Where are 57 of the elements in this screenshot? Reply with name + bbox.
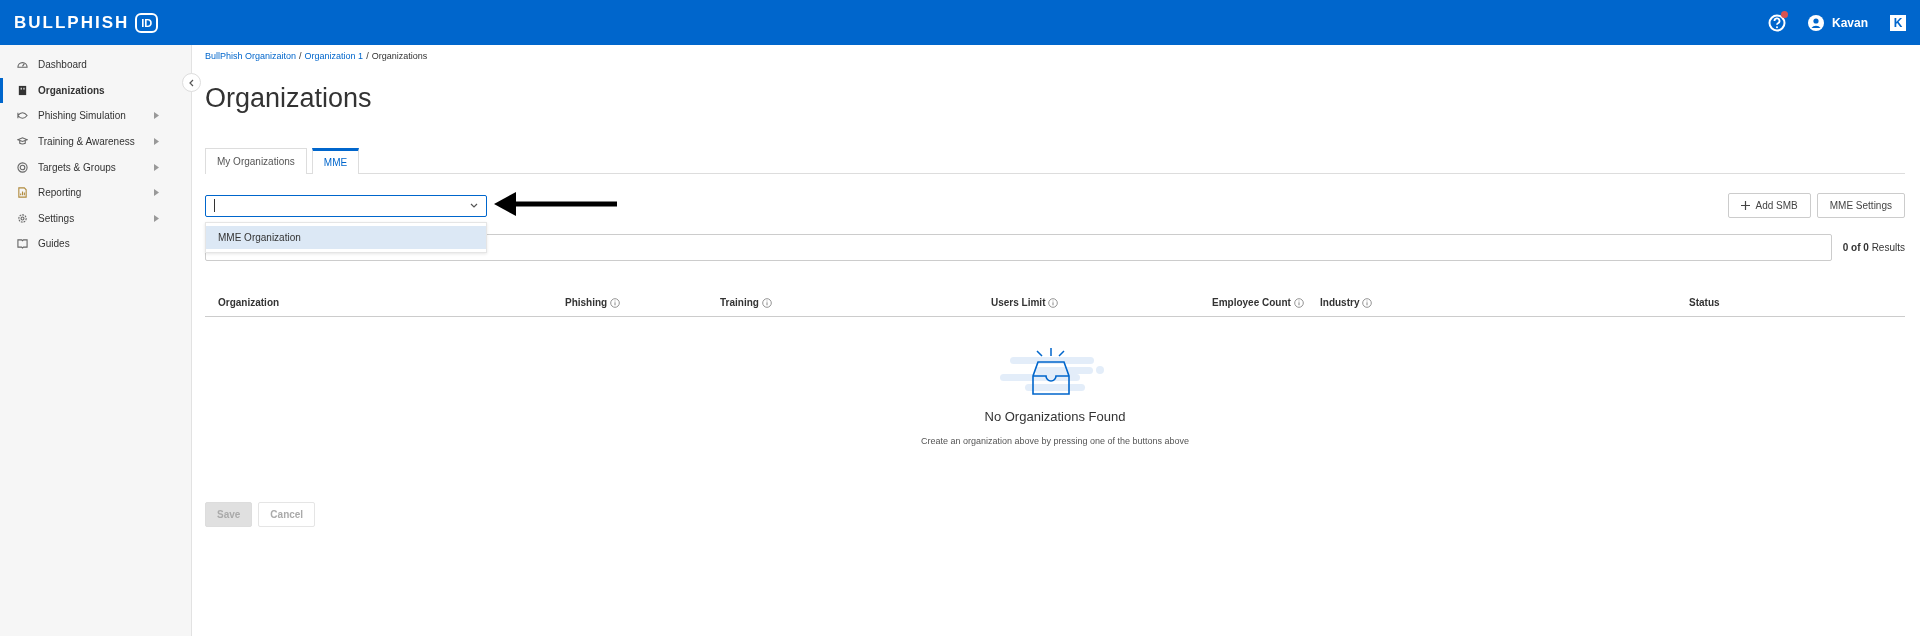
column-header[interactable]: Organization	[218, 297, 565, 308]
organization-select[interactable]	[205, 194, 487, 217]
empty-message: Create an organization above by pressing one of the buttons above	[920, 436, 1190, 446]
caret-icon	[154, 189, 159, 197]
graduation-cap-icon	[17, 136, 28, 148]
tab[interactable]: MME	[311, 148, 360, 174]
user-icon[interactable]	[1807, 14, 1824, 31]
report-icon	[17, 187, 28, 199]
book-icon	[17, 238, 28, 250]
breadcrumb-link[interactable]: BullPhish Organizaiton	[205, 51, 297, 61]
column-header[interactable]: Phishing	[565, 297, 720, 308]
caret-icon	[154, 138, 159, 146]
column-header[interactable]: Training	[720, 297, 991, 308]
empty-title: No Organizations Found	[984, 409, 1126, 424]
column-header[interactable]: Users Limit	[991, 297, 1212, 308]
sidebar-item[interactable]: Dashboard	[0, 52, 179, 78]
breadcrumb-separator: /	[366, 51, 369, 61]
fish-icon	[17, 110, 28, 122]
gauge-icon	[17, 59, 28, 71]
app-badge[interactable]: K	[1890, 14, 1906, 31]
info-icon	[610, 297, 621, 308]
building-icon	[17, 84, 28, 96]
add-button[interactable]: Add SMB	[1727, 193, 1811, 218]
logo-badge: ID	[135, 12, 159, 33]
sidebar-item[interactable]: Guides	[0, 231, 179, 257]
sidebar-item[interactable]: Reporting	[0, 179, 179, 206]
caret-icon	[154, 112, 159, 120]
info-icon	[761, 297, 772, 308]
info-icon	[1048, 297, 1059, 308]
logo-text: BULLPHISH	[14, 12, 130, 33]
column-header[interactable]: Industry	[1320, 297, 1689, 308]
breadcrumb-separator: /	[299, 51, 302, 61]
info-icon	[1362, 297, 1373, 308]
dropdown-option[interactable]: MME Organization	[206, 226, 486, 249]
info-icon	[1293, 297, 1304, 308]
caret-icon	[154, 214, 159, 222]
target-icon	[17, 161, 28, 173]
sidebar-item[interactable]: Organizations	[0, 77, 179, 104]
column-header[interactable]: Employee Count	[1212, 297, 1320, 308]
sidebar-item[interactable]: Settings	[0, 205, 179, 232]
caret-icon	[154, 163, 159, 171]
tab[interactable]: My Organizations	[205, 148, 307, 174]
sidebar-item[interactable]: Targets & Groups	[0, 154, 179, 180]
page-title: Organizations	[205, 83, 373, 114]
breadcrumb-link[interactable]: Organization 1	[304, 51, 364, 61]
chevron-down-icon	[470, 202, 478, 209]
plus-icon	[1740, 201, 1750, 210]
sidebar-item[interactable]: Phishing Simulation	[0, 103, 179, 129]
help-icon[interactable]	[1767, 13, 1786, 32]
user-name[interactable]: Kavan	[1831, 15, 1868, 30]
settings-button[interactable]: MME Settings	[1816, 193, 1905, 218]
breadcrumb-current[interactable]: Organizations	[371, 51, 428, 61]
sidebar-item[interactable]: Training & Awareness	[0, 128, 179, 155]
results-count: 0 of 0 Results	[1842, 242, 1905, 253]
chevron-left-icon	[188, 78, 195, 87]
column-header[interactable]: Status	[1689, 297, 1905, 308]
gear-icon	[17, 212, 28, 224]
